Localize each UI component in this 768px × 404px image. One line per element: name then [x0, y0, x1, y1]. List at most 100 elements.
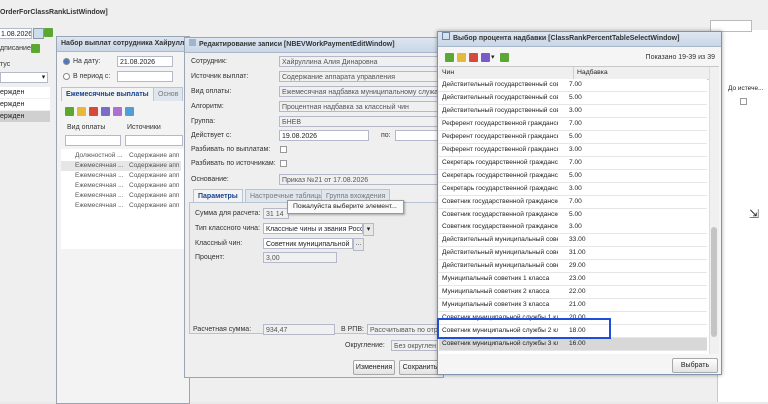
add-icon[interactable]: [65, 107, 74, 116]
split-sources-checkbox[interactable]: [280, 160, 287, 167]
table-row[interactable]: Референт государственной гражданск... 7.0…: [439, 117, 707, 131]
chin-type-select[interactable]: Классные чины и звания Росс: [263, 223, 363, 234]
select-button[interactable]: Выбрать: [672, 358, 718, 373]
employee-field[interactable]: Хайруллина Алия Динаровна: [279, 56, 441, 67]
table-row[interactable]: Должностной ... Содержание апп: [61, 151, 181, 161]
cell-rank: Секретарь государственной гражданск...: [442, 184, 558, 192]
main-add-label[interactable]: дписание: [0, 45, 31, 52]
period-field[interactable]: [117, 71, 173, 82]
source-field[interactable]: Содержание аппарата управления: [279, 71, 441, 82]
group-field[interactable]: БНЕВ: [279, 116, 441, 127]
table-row[interactable]: Муниципальный советник 1 класса 23.00: [439, 273, 707, 287]
main-date-field[interactable]: 1.08.2026: [0, 28, 32, 39]
more-icon[interactable]: [481, 53, 490, 62]
add-icon[interactable]: [44, 28, 53, 37]
history-icon[interactable]: [113, 107, 122, 116]
filter-kind[interactable]: [65, 135, 121, 146]
col-rank-header[interactable]: Чин: [442, 67, 454, 79]
period-radio[interactable]: [63, 73, 70, 80]
calendar-icon[interactable]: [33, 28, 44, 39]
table-row[interactable]: Действительный государственный сов... 7.0…: [439, 79, 707, 92]
table-row[interactable]: Ежемесячная ... Содержание апп: [61, 181, 181, 191]
scrollbar[interactable]: [709, 67, 719, 354]
cell-bonus: 31.00: [569, 249, 586, 257]
table-row[interactable]: Ежемесячная ... Содержание апп: [61, 191, 181, 201]
right-col-expired[interactable]: До истече...: [728, 85, 764, 92]
basis-field[interactable]: Приказ №21 от 17.08.2026: [279, 174, 441, 185]
employee-label: Сотрудник:: [191, 58, 227, 65]
calc-sum-field[interactable]: 934,47: [263, 324, 335, 335]
changes-button[interactable]: Изменения: [353, 360, 395, 375]
table-row[interactable]: Ежемесячная ... Содержание апп: [61, 161, 181, 171]
table-row[interactable]: Действительный муниципальный совет... 31.…: [439, 247, 707, 261]
valid-to-field[interactable]: [395, 130, 441, 141]
algorithm-label: Алгоритм:: [191, 103, 224, 110]
table-row[interactable]: Секретарь государственной гражданск... 3.…: [439, 182, 707, 196]
cell-rank: Референт государственной гражданск...: [442, 132, 558, 140]
cell-rank: Советник государственной гражданско...: [442, 210, 558, 218]
tab-basic[interactable]: Основ: [153, 87, 184, 101]
table-row[interactable]: Секретарь государственной гражданск... 5.…: [439, 169, 707, 183]
highlight-box: [437, 318, 611, 339]
table-row[interactable]: Ежемесячная ... Содержание апп: [61, 171, 181, 181]
add-icon[interactable]: [445, 53, 454, 62]
chevron-down-icon[interactable]: ▾: [363, 223, 374, 236]
table-row[interactable]: Муниципальный советник 3 класса 21.00: [439, 299, 707, 313]
delete-icon[interactable]: [89, 107, 98, 116]
cell-rank: Референт государственной гражданск...: [442, 145, 558, 153]
sum-field[interactable]: 31 14: [263, 208, 289, 219]
table-row[interactable]: Муниципальный советник 2 класса 22.00: [439, 286, 707, 300]
edit-icon[interactable]: [457, 53, 466, 62]
add-button-icon[interactable]: [31, 44, 40, 53]
table-row[interactable]: Секретарь государственной гражданск... 7.…: [439, 156, 707, 170]
save-button[interactable]: Сохранить: [399, 360, 441, 375]
table-row[interactable]: Действительный государственный сов... 5.0…: [439, 91, 707, 105]
table-row[interactable]: Действительный муниципальный совет... 29.…: [439, 260, 707, 274]
edit-icon[interactable]: [77, 107, 86, 116]
main-row[interactable]: ержден: [0, 111, 50, 122]
on-date-radio[interactable]: [63, 58, 70, 65]
chin-select[interactable]: Советник муниципальной: [263, 238, 353, 249]
refresh-icon[interactable]: [500, 53, 509, 62]
copy-icon[interactable]: [101, 107, 110, 116]
percent-field[interactable]: 3,00: [263, 252, 337, 263]
filter-source[interactable]: [125, 135, 183, 146]
valid-to-label: по:: [381, 132, 391, 139]
cell-bonus: 3.00: [569, 184, 582, 192]
chevron-down-icon[interactable]: ▾: [491, 53, 495, 61]
main-row[interactable]: ержден: [0, 87, 50, 98]
col-kind-header[interactable]: Вид оплаты: [67, 124, 105, 131]
delete-icon[interactable]: [469, 53, 478, 62]
tab-parameters[interactable]: Параметры: [193, 189, 243, 203]
algorithm-field[interactable]: Процентная надбавка за классный чин: [279, 101, 441, 112]
on-date-field[interactable]: 21.08.2026: [117, 56, 173, 67]
table-row[interactable]: Референт государственной гражданск... 3.0…: [439, 143, 707, 157]
table-row[interactable]: Советник государственной гражданско... 3.…: [439, 221, 707, 235]
col-source-header[interactable]: Источники: [127, 124, 161, 131]
right-checkbox[interactable]: [740, 98, 747, 105]
scrollbar-thumb[interactable]: [711, 227, 717, 337]
chevron-down-icon[interactable]: ▾: [39, 72, 48, 83]
kind-field[interactable]: Ежемесячная надбавка муниципальному служ…: [279, 86, 441, 97]
table-row[interactable]: Действительный муниципальный совет... 33.…: [439, 234, 707, 248]
rounding-field[interactable]: Без округлен: [391, 340, 441, 351]
valid-from-field[interactable]: 19.08.2026: [279, 130, 369, 141]
table-row[interactable]: Референт государственной гражданск... 5.0…: [439, 130, 707, 144]
table-row[interactable]: Ежемесячная ... Содержание апп: [61, 201, 181, 211]
select-window-title: Выбор процента надбавки [ClassRankPercen…: [438, 32, 721, 47]
table-row[interactable]: Советник государственной гражданско... 7.…: [439, 195, 707, 209]
rpv-field[interactable]: Рассчитывать по отр: [367, 324, 441, 335]
main-row[interactable]: ержден: [0, 99, 50, 110]
ellipsis-button[interactable]: …: [353, 238, 364, 251]
cell-rank: Действительный муниципальный совет...: [442, 262, 558, 270]
split-payments-checkbox[interactable]: [280, 146, 287, 153]
col-bonus-header[interactable]: Надбавка: [573, 67, 608, 79]
select-window-title-text: Выбор процента надбавки [ClassRankPercen…: [453, 35, 680, 42]
refresh-icon[interactable]: [125, 107, 134, 116]
table-row[interactable]: Советник государственной гражданско... 5.…: [439, 208, 707, 222]
sum-label: Сумма для расчета:: [195, 210, 261, 217]
cell-rank: Советник государственной гражданско...: [442, 197, 558, 205]
table-row[interactable]: Советник муниципальной службы 3 кл... 16.…: [439, 338, 707, 351]
table-row[interactable]: Действительный государственный сов... 3.0…: [439, 104, 707, 118]
tab-monthly-payments[interactable]: Ежемесячные выплаты: [61, 87, 154, 101]
